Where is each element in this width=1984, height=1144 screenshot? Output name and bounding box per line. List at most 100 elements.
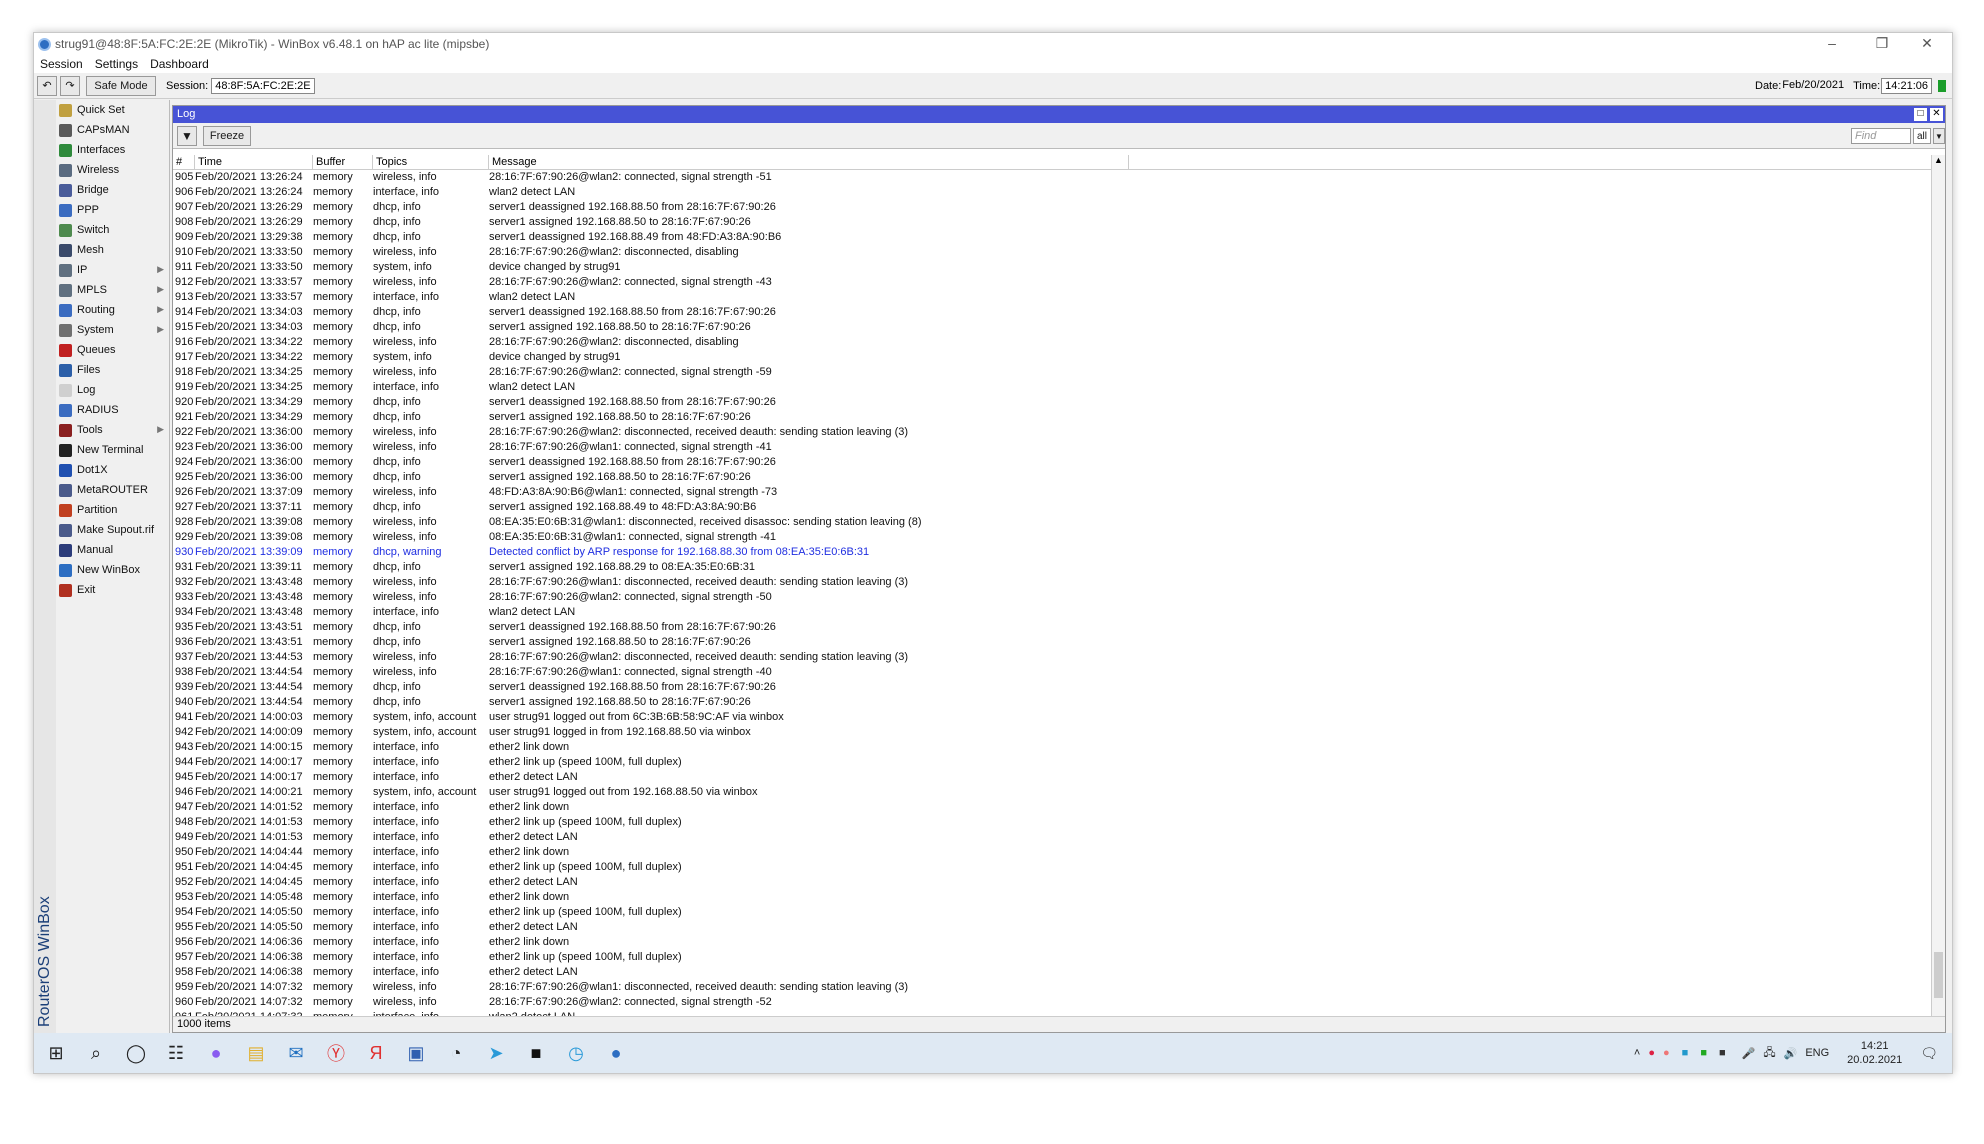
network-icon[interactable]: 🖧 (1763, 1044, 1775, 1063)
yandex-browser-icon[interactable]: Ⓨ (316, 1033, 356, 1073)
table-row[interactable]: 945 Feb/20/2021 14:00:17 memory interface, … (173, 770, 1931, 785)
table-row[interactable]: 954 Feb/20/2021 14:05:50 memory interface, … (173, 905, 1931, 920)
sidebar-item-exit[interactable]: Exit (56, 580, 169, 600)
table-row[interactable]: 957 Feb/20/2021 14:06:38 memory interface, … (173, 950, 1931, 965)
sidebar-item-make-supout-rif[interactable]: Make Supout.rif (56, 520, 169, 540)
table-row[interactable]: 939 Feb/20/2021 13:44:54 memory dhcp, info s… (173, 680, 1931, 695)
file-explorer-icon[interactable]: ▤ (236, 1033, 276, 1073)
filter-button[interactable]: ▼ (177, 125, 197, 146)
task-view-icon[interactable]: ☷ (156, 1033, 196, 1073)
search-icon[interactable]: ⌕ (76, 1033, 116, 1073)
table-row[interactable]: 932 Feb/20/2021 13:43:48 memory wireless, i… (173, 575, 1931, 590)
table-row[interactable]: 924 Feb/20/2021 13:36:00 memory dhcp, info s… (173, 455, 1931, 470)
speedometer-icon[interactable]: ◔ (436, 1033, 476, 1073)
column-header-buffer[interactable]: Buffer (313, 155, 373, 169)
scroll-thumb[interactable] (1934, 952, 1943, 998)
cortana-icon[interactable]: ◯ (116, 1033, 156, 1073)
table-row[interactable]: 910 Feb/20/2021 13:33:50 memory wireless, i… (173, 245, 1931, 260)
tray-chevron-icon[interactable]: ˄ (1634, 1047, 1640, 1059)
sidebar-item-quick-set[interactable]: Quick Set (56, 100, 169, 120)
menu-settings[interactable]: Settings (89, 57, 144, 71)
sidebar-item-wireless[interactable]: Wireless (56, 160, 169, 180)
table-row[interactable]: 909 Feb/20/2021 13:29:38 memory dhcp, info s… (173, 230, 1931, 245)
table-row[interactable]: 933 Feb/20/2021 13:43:48 memory wireless, i… (173, 590, 1931, 605)
clock[interactable]: 14:21 20.02.2021 (1843, 1039, 1906, 1067)
table-row[interactable]: 905 Feb/20/2021 13:26:24 memory wireless, i… (173, 170, 1931, 185)
log-close-button[interactable]: ✕ (1930, 108, 1943, 121)
table-row[interactable]: 960 Feb/20/2021 14:07:32 memory wireless, i… (173, 995, 1931, 1010)
column-header-number[interactable]: # (173, 155, 195, 169)
timer-icon[interactable]: ◷ (556, 1033, 596, 1073)
redo-button[interactable]: ↷ (60, 75, 80, 96)
volume-icon[interactable]: 🔊 (1784, 1047, 1798, 1060)
filter-select[interactable]: all (1913, 128, 1931, 144)
sidebar-item-ip[interactable]: IP ▶ (56, 260, 169, 280)
table-row[interactable]: 913 Feb/20/2021 13:33:57 memory interface, … (173, 290, 1931, 305)
table-row[interactable]: 952 Feb/20/2021 14:04:45 memory interface, … (173, 875, 1931, 890)
minimize-button[interactable]: – (1812, 33, 1852, 55)
column-header-message[interactable]: Message (489, 155, 1129, 169)
scroll-up-arrow[interactable]: ▲ (1932, 155, 1945, 169)
table-row[interactable]: 907 Feb/20/2021 13:26:29 memory dhcp, info s… (173, 200, 1931, 215)
table-row[interactable]: 914 Feb/20/2021 13:34:03 memory dhcp, info s… (173, 305, 1931, 320)
sidebar-item-files[interactable]: Files (56, 360, 169, 380)
table-row[interactable]: 928 Feb/20/2021 13:39:08 memory wireless, i… (173, 515, 1931, 530)
close-button[interactable]: ✕ (1907, 33, 1947, 55)
table-row[interactable]: 955 Feb/20/2021 14:05:50 memory interface, … (173, 920, 1931, 935)
table-row[interactable]: 942 Feb/20/2021 14:00:09 memory system, inf… (173, 725, 1931, 740)
table-row[interactable]: 931 Feb/20/2021 13:39:11 memory dhcp, info s… (173, 560, 1931, 575)
sidebar-item-dot1x[interactable]: Dot1X (56, 460, 169, 480)
table-row[interactable]: 953 Feb/20/2021 14:05:48 memory interface, … (173, 890, 1931, 905)
winbox-taskbar-icon[interactable]: ● (596, 1033, 636, 1073)
sidebar-item-switch[interactable]: Switch (56, 220, 169, 240)
table-row[interactable]: 934 Feb/20/2021 13:43:48 memory interface, … (173, 605, 1931, 620)
sidebar-item-new-winbox[interactable]: New WinBox (56, 560, 169, 580)
microphone-icon[interactable]: 🎤 (1742, 1047, 1756, 1060)
table-row[interactable]: 908 Feb/20/2021 13:26:29 memory dhcp, info s… (173, 215, 1931, 230)
table-row[interactable]: 915 Feb/20/2021 13:34:03 memory dhcp, info s… (173, 320, 1931, 335)
find-input[interactable]: Find (1851, 128, 1911, 144)
log-scrollbar[interactable]: ▲ (1931, 155, 1945, 1016)
remote-desktop-icon[interactable]: ▣ (396, 1033, 436, 1073)
table-row[interactable]: 944 Feb/20/2021 14:00:17 memory interface, … (173, 755, 1931, 770)
table-row[interactable]: 946 Feb/20/2021 14:00:21 memory system, inf… (173, 785, 1931, 800)
table-row[interactable]: 929 Feb/20/2021 13:39:08 memory wireless, i… (173, 530, 1931, 545)
table-row[interactable]: 921 Feb/20/2021 13:34:29 memory dhcp, info s… (173, 410, 1931, 425)
table-row[interactable]: 956 Feb/20/2021 14:06:36 memory interface, … (173, 935, 1931, 950)
sidebar-item-tools[interactable]: Tools ▶ (56, 420, 169, 440)
terminal-icon[interactable]: ■ (516, 1033, 556, 1073)
table-row[interactable]: 947 Feb/20/2021 14:01:52 memory interface, … (173, 800, 1931, 815)
safe-mode-button[interactable]: Safe Mode (86, 75, 156, 96)
table-row[interactable]: 927 Feb/20/2021 13:37:11 memory dhcp, info s… (173, 500, 1931, 515)
menu-dashboard[interactable]: Dashboard (144, 57, 215, 71)
mail-icon[interactable]: ✉ (276, 1033, 316, 1073)
sidebar-item-routing[interactable]: Routing ▶ (56, 300, 169, 320)
table-row[interactable]: 911 Feb/20/2021 13:33:50 memory system, inf… (173, 260, 1931, 275)
session-field[interactable]: 48:8F:5A:FC:2E:2E (211, 77, 315, 94)
table-row[interactable]: 912 Feb/20/2021 13:33:57 memory wireless, i… (173, 275, 1931, 290)
table-row[interactable]: 950 Feb/20/2021 14:04:44 memory interface, … (173, 845, 1931, 860)
telegram-icon[interactable]: ➤ (476, 1033, 516, 1073)
filter-dropdown-button[interactable]: ▼ (1933, 128, 1945, 144)
table-row[interactable]: 926 Feb/20/2021 13:37:09 memory wireless, i… (173, 485, 1931, 500)
table-row[interactable]: 918 Feb/20/2021 13:34:25 memory wireless, i… (173, 365, 1931, 380)
sidebar-item-queues[interactable]: Queues (56, 340, 169, 360)
sidebar-item-mpls[interactable]: MPLS ▶ (56, 280, 169, 300)
table-row[interactable]: 935 Feb/20/2021 13:43:51 memory dhcp, info s… (173, 620, 1931, 635)
column-header-topics[interactable]: Topics (373, 155, 489, 169)
sidebar-item-mesh[interactable]: Mesh (56, 240, 169, 260)
sidebar-item-capsman[interactable]: CAPsMAN (56, 120, 169, 140)
tray-app-icons[interactable]: ● ● ■ ■ ■ (1648, 1047, 1733, 1059)
alice-icon[interactable]: ● (196, 1033, 236, 1073)
table-row[interactable]: 943 Feb/20/2021 14:00:15 memory interface, … (173, 740, 1931, 755)
sidebar-item-interfaces[interactable]: Interfaces (56, 140, 169, 160)
log-maximize-button[interactable]: □ (1914, 108, 1927, 121)
table-row[interactable]: 937 Feb/20/2021 13:44:53 memory wireless, i… (173, 650, 1931, 665)
table-row[interactable]: 959 Feb/20/2021 14:07:32 memory wireless, i… (173, 980, 1931, 995)
table-row[interactable]: 917 Feb/20/2021 13:34:22 memory system, inf… (173, 350, 1931, 365)
table-row[interactable]: 938 Feb/20/2021 13:44:54 memory wireless, i… (173, 665, 1931, 680)
table-row[interactable]: 923 Feb/20/2021 13:36:00 memory wireless, i… (173, 440, 1931, 455)
table-row[interactable]: 906 Feb/20/2021 13:26:24 memory interface, … (173, 185, 1931, 200)
sidebar-item-new-terminal[interactable]: New Terminal (56, 440, 169, 460)
table-row[interactable]: 941 Feb/20/2021 14:00:03 memory system, inf… (173, 710, 1931, 725)
